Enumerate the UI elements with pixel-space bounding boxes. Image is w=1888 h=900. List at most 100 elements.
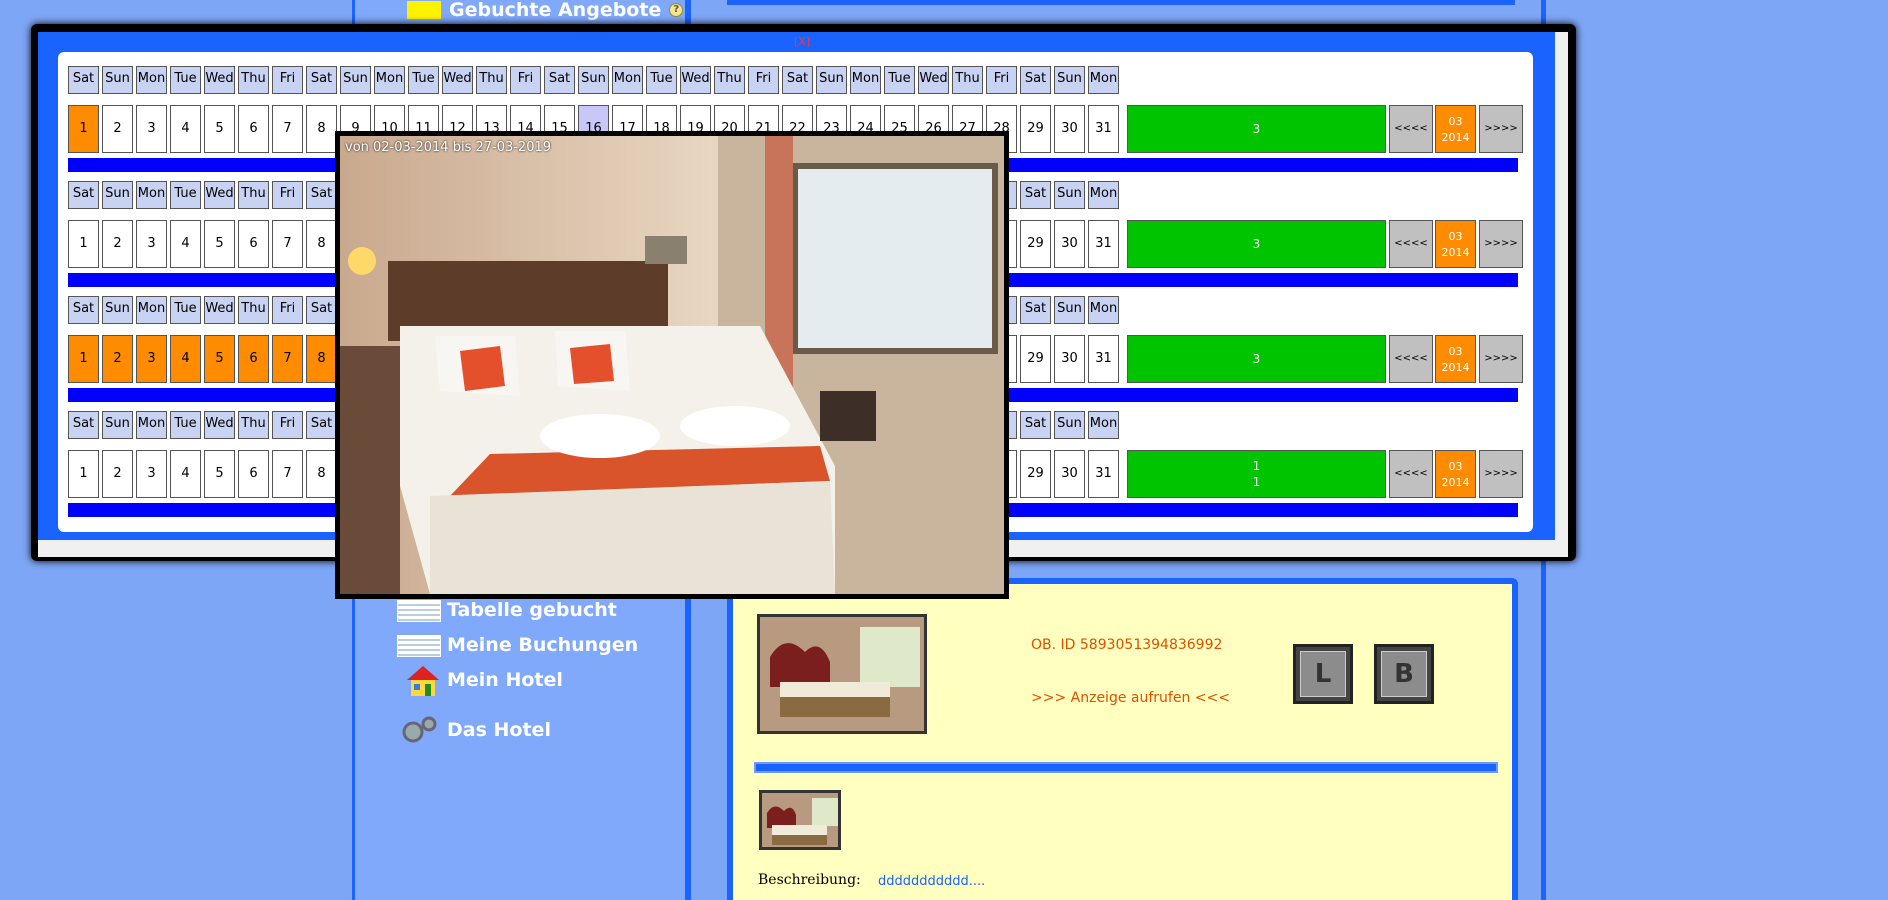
day-of-week-header: Tue <box>170 296 201 324</box>
anzeige-aufrufen-link[interactable]: >>> Anzeige aufrufen <<< <box>1031 690 1230 706</box>
day-of-week-header: Tue <box>170 411 201 439</box>
house-icon <box>397 662 441 698</box>
calendar-day-cell[interactable]: 4 <box>170 105 201 153</box>
sidebar-item-mein-hotel[interactable]: Mein Hotel <box>397 662 563 698</box>
calendar-day-cell[interactable]: 7 <box>272 450 303 498</box>
next-month-button[interactable]: >>>> <box>1479 220 1523 268</box>
yellow-marker-icon <box>407 1 441 19</box>
current-month-indicator[interactable]: 03 2014 <box>1435 450 1476 498</box>
room-photo-popup[interactable]: von 02-03-2014 bis 27-03-2019 <box>335 131 1009 599</box>
help-icon[interactable]: ? <box>669 3 684 17</box>
next-month-button[interactable]: >>>> <box>1479 335 1523 383</box>
calendar-day-cell[interactable]: 1 <box>68 450 99 498</box>
calendar-day-cell[interactable]: 29 <box>1020 335 1051 383</box>
day-of-week-header: Mon <box>1088 296 1119 324</box>
day-of-week-header: Sun <box>578 66 609 94</box>
day-of-week-header: Sat <box>68 66 99 94</box>
close-button[interactable]: [X] <box>794 35 810 48</box>
calendar-day-cell[interactable]: 8 <box>306 220 337 268</box>
calendar-day-cell[interactable]: 6 <box>238 335 269 383</box>
calendar-day-cell[interactable]: 8 <box>306 335 337 383</box>
table-icon <box>397 627 441 663</box>
current-month-indicator[interactable]: 03 2014 <box>1435 335 1476 383</box>
b-button[interactable]: B <box>1374 644 1434 704</box>
calendar-day-cell[interactable]: 29 <box>1020 450 1051 498</box>
calendar-day-cell[interactable]: 30 <box>1054 220 1085 268</box>
calendar-day-cell[interactable]: 2 <box>102 450 133 498</box>
calendar-day-cell[interactable]: 2 <box>102 105 133 153</box>
day-of-week-header: Sat <box>306 66 337 94</box>
photo-date-range: von 02-03-2014 bis 27-03-2019 <box>345 140 552 155</box>
calendar-day-cell[interactable]: 6 <box>238 220 269 268</box>
hotel-thumbnail-small[interactable] <box>759 790 841 850</box>
day-of-week-header: Tue <box>408 66 439 94</box>
day-of-week-header: Sun <box>340 66 371 94</box>
calendar-day-cell[interactable]: 2 <box>102 335 133 383</box>
calendar-day-cell[interactable]: 7 <box>272 105 303 153</box>
calendar-day-cell[interactable]: 3 <box>136 335 167 383</box>
calendar-day-cell[interactable]: 8 <box>306 105 337 153</box>
day-of-week-header: Mon <box>136 66 167 94</box>
day-of-week-header: Thu <box>238 411 269 439</box>
day-of-week-header: Thu <box>952 66 983 94</box>
hotel-room-image <box>340 136 1004 594</box>
calendar-day-cell[interactable]: 5 <box>204 450 235 498</box>
calendar-day-cell[interactable]: 31 <box>1088 105 1119 153</box>
sidebar-item-meine-buchungen[interactable]: Meine Buchungen <box>397 627 638 663</box>
calendar-day-cell[interactable]: 5 <box>204 335 235 383</box>
current-month-indicator[interactable]: 03 2014 <box>1435 220 1476 268</box>
offer-detail-box: OB. ID 5893051394836992 >>> Anzeige aufr… <box>727 578 1518 900</box>
day-of-week-header: Sun <box>102 411 133 439</box>
calendar-day-cell[interactable]: 29 <box>1020 220 1051 268</box>
prev-month-button[interactable]: <<<< <box>1389 450 1433 498</box>
next-month-button[interactable]: >>>> <box>1479 450 1523 498</box>
sidebar-item-das-hotel[interactable]: Das Hotel <box>397 712 551 748</box>
prev-month-button[interactable]: <<<< <box>1389 220 1433 268</box>
calendar-day-cell[interactable]: 3 <box>136 220 167 268</box>
calendar-day-cell[interactable]: 29 <box>1020 105 1051 153</box>
calendar-day-cell[interactable]: 1 <box>68 220 99 268</box>
calendar-day-cell[interactable]: 30 <box>1054 335 1085 383</box>
calendar-day-cell[interactable]: 3 <box>136 450 167 498</box>
year-value: 2014 <box>1441 361 1470 374</box>
hotel-thumbnail-large[interactable] <box>757 614 927 734</box>
availability-count-value: 3 <box>1252 237 1261 251</box>
l-button[interactable]: L <box>1293 644 1353 704</box>
calendar-day-cell[interactable]: 31 <box>1088 450 1119 498</box>
day-of-week-header: Wed <box>918 66 949 94</box>
current-month-indicator[interactable]: 03 2014 <box>1435 105 1476 153</box>
calendar-day-cell[interactable]: 30 <box>1054 105 1085 153</box>
day-of-week-header: Wed <box>442 66 473 94</box>
calendar-day-cell[interactable]: 3 <box>136 105 167 153</box>
day-of-week-header: Sun <box>816 66 847 94</box>
calendar-day-cell[interactable]: 31 <box>1088 335 1119 383</box>
calendar-day-cell[interactable]: 31 <box>1088 220 1119 268</box>
calendar-day-cell[interactable]: 2 <box>102 220 133 268</box>
calendar-day-cell[interactable]: 4 <box>170 450 201 498</box>
day-of-week-header: Sun <box>102 296 133 324</box>
day-of-week-header: Mon <box>136 411 167 439</box>
calendar-day-cell[interactable]: 6 <box>238 105 269 153</box>
availability-count-value: 3 <box>1252 122 1261 136</box>
calendar-day-cell[interactable]: 1 <box>68 105 99 153</box>
prev-month-button[interactable]: <<<< <box>1389 335 1433 383</box>
calendar-day-cell[interactable]: 30 <box>1054 450 1085 498</box>
day-of-week-header: Wed <box>204 296 235 324</box>
day-of-week-header: Wed <box>204 411 235 439</box>
day-of-week-header: Sun <box>1054 181 1085 209</box>
calendar-day-cell[interactable]: 8 <box>306 450 337 498</box>
calendar-day-cell[interactable]: 7 <box>272 220 303 268</box>
calendar-day-cell[interactable]: 1 <box>68 335 99 383</box>
calendar-day-cell[interactable]: 4 <box>170 220 201 268</box>
vertical-scrollbar[interactable] <box>1555 32 1568 540</box>
calendar-day-cell[interactable]: 5 <box>204 105 235 153</box>
gebuchte-angebote-link[interactable]: Gebuchte Angebote ? <box>407 0 684 21</box>
calendar-day-cell[interactable]: 6 <box>238 450 269 498</box>
day-of-week-header: Sun <box>1054 411 1085 439</box>
next-month-button[interactable]: >>>> <box>1479 105 1523 153</box>
calendar-day-cell[interactable]: 7 <box>272 335 303 383</box>
sidebar-item-label: Tabelle gebucht <box>447 599 617 621</box>
prev-month-button[interactable]: <<<< <box>1389 105 1433 153</box>
calendar-day-cell[interactable]: 5 <box>204 220 235 268</box>
calendar-day-cell[interactable]: 4 <box>170 335 201 383</box>
